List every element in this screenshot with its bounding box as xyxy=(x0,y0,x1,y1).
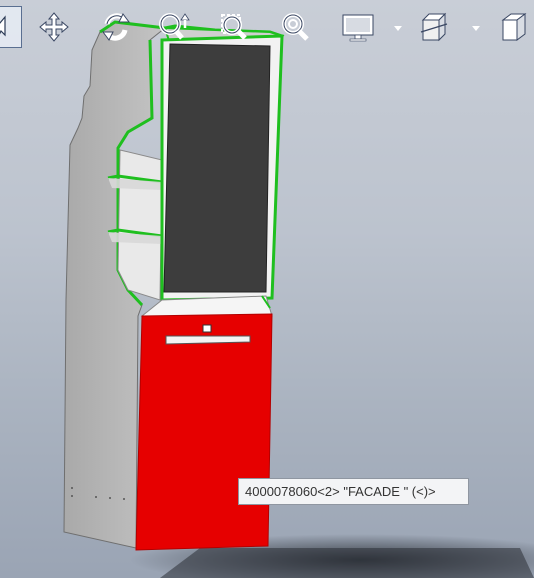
view-orientation-button[interactable] xyxy=(494,6,534,48)
zoom-to-area-icon xyxy=(218,11,250,43)
pan-button[interactable] xyxy=(34,6,74,48)
rotate-button[interactable] xyxy=(96,6,136,48)
shelf-cavity xyxy=(117,149,163,301)
zoom-to-area-button[interactable] xyxy=(214,6,254,48)
zoom-to-fit-icon xyxy=(280,11,312,43)
select-arrow-icon xyxy=(0,15,13,39)
display-style-dropdown[interactable] xyxy=(392,20,404,32)
section-view-button[interactable] xyxy=(414,6,454,48)
rotate-icon xyxy=(99,10,133,44)
view-orientation-cube-icon xyxy=(497,10,531,44)
section-view-dropdown[interactable] xyxy=(470,20,482,32)
facade-slot xyxy=(165,335,251,345)
chevron-down-icon xyxy=(394,17,402,36)
display-style-button[interactable] xyxy=(338,6,378,48)
zoom-to-fit-button[interactable] xyxy=(276,6,316,48)
lock-icon xyxy=(202,324,212,333)
facade-panel[interactable] xyxy=(135,313,273,551)
display-style-icon xyxy=(340,11,376,43)
chevron-down-icon xyxy=(472,17,480,36)
zoom-in-out-button[interactable] xyxy=(154,6,194,48)
select-button[interactable] xyxy=(0,6,22,48)
entity-tooltip: 4000078060<2> "FACADE " (<)> xyxy=(238,478,469,505)
floor-shadow-band xyxy=(160,548,534,578)
section-view-icon xyxy=(417,10,451,44)
heads-up-view-toolbar xyxy=(0,0,534,56)
pan-icon xyxy=(38,11,70,43)
zoom-in-out-icon xyxy=(158,11,190,43)
screen xyxy=(163,43,271,293)
